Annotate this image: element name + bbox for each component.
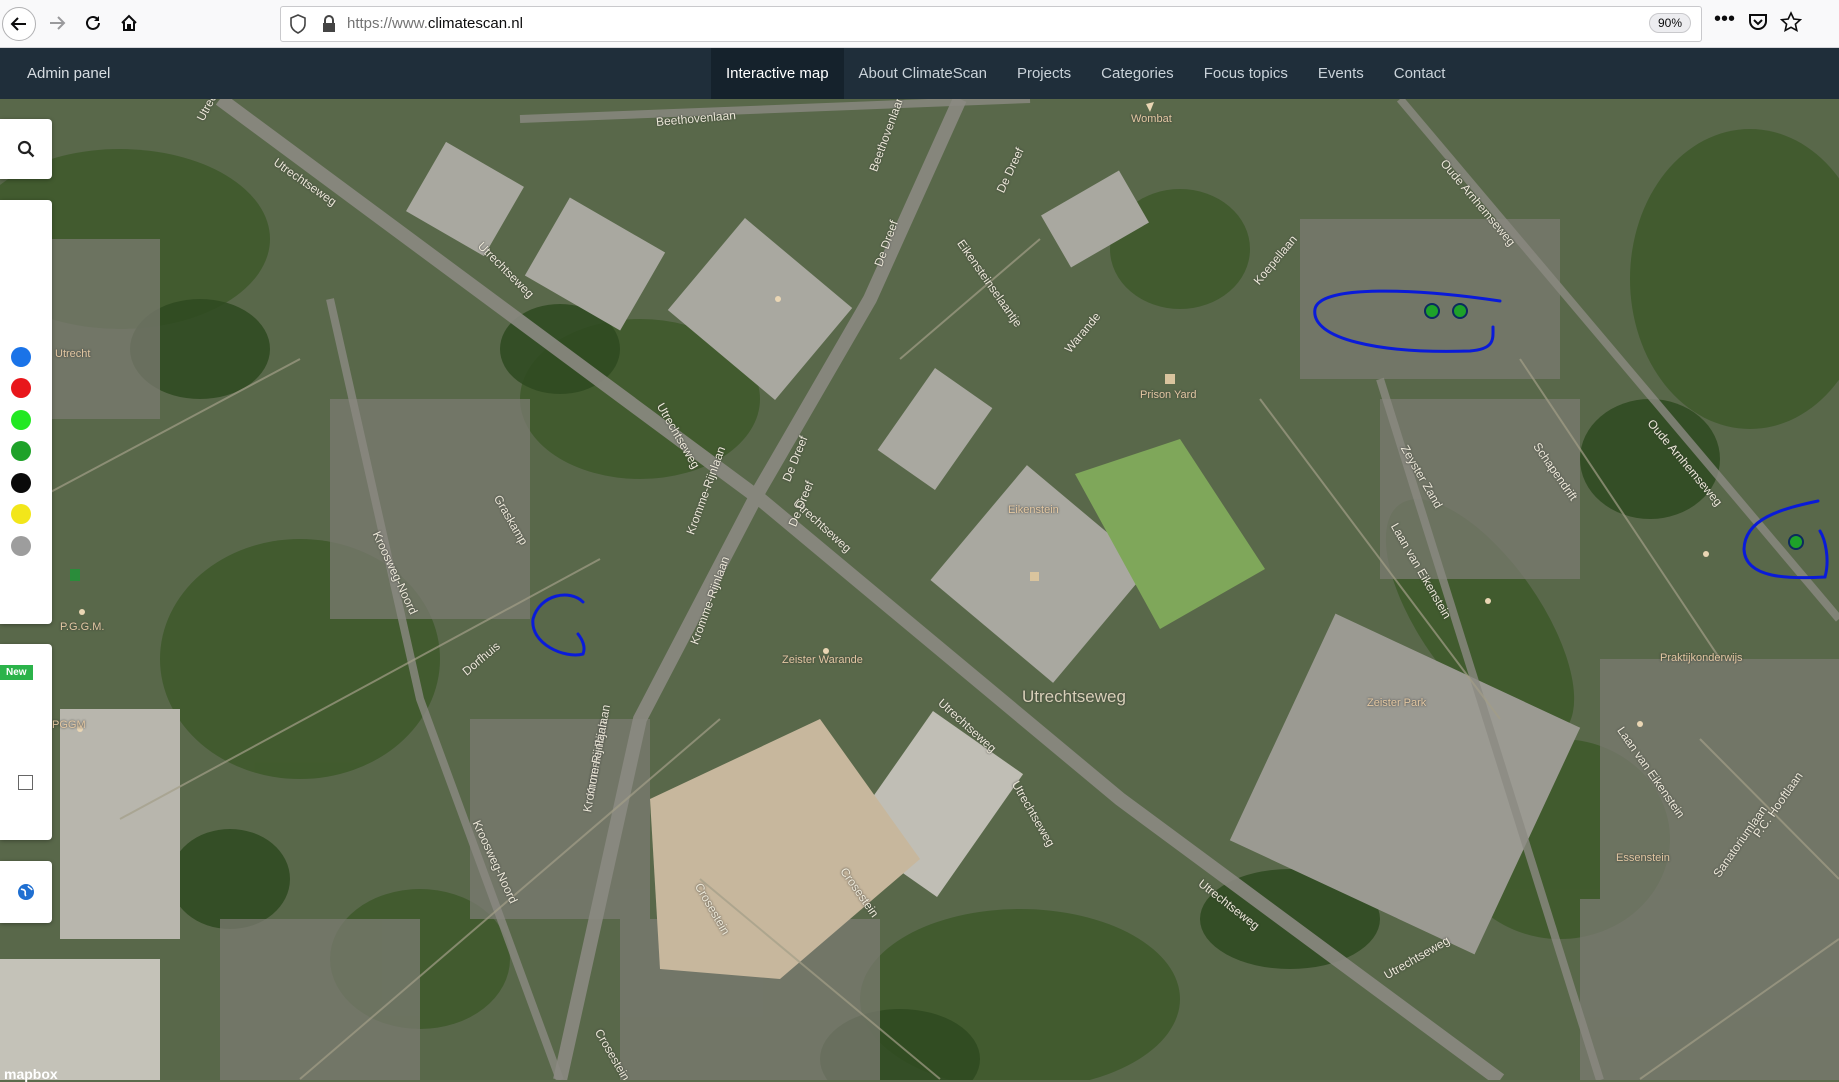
forward-button[interactable]	[40, 6, 74, 40]
legend-dot-grey[interactable]	[11, 536, 31, 556]
legend-dot-light-green[interactable]	[11, 410, 31, 430]
lock-icon[interactable]	[321, 15, 337, 33]
address-bar[interactable]: https://www.climatescan.nl 90%	[280, 6, 1702, 42]
basemap-toggle-button[interactable]	[0, 861, 52, 923]
bookmark-star-icon[interactable]	[1780, 11, 1802, 33]
poi-label: Praktijkonderwijs	[1660, 652, 1743, 664]
category-legend-panel	[0, 200, 52, 624]
reload-button[interactable]	[76, 6, 110, 40]
back-button[interactable]	[2, 7, 36, 41]
new-badge: New	[0, 665, 33, 680]
nav-contact[interactable]: Contact	[1379, 48, 1461, 99]
nav-focus-topics[interactable]: Focus topics	[1189, 48, 1303, 99]
url-prefix: https://www.	[347, 15, 428, 32]
filter-checkbox[interactable]	[18, 775, 33, 790]
search-button[interactable]	[0, 119, 52, 179]
site-header: Admin panel Interactive map About Climat…	[0, 48, 1839, 99]
legend-dot-blue[interactable]	[11, 347, 31, 367]
poi-label: Essenstein	[1616, 852, 1670, 864]
globe-icon	[18, 884, 34, 900]
more-actions-icon[interactable]: •••	[1714, 8, 1735, 31]
poi-label: Prison Yard	[1140, 389, 1197, 401]
url-text[interactable]: https://www.climatescan.nl	[347, 15, 523, 32]
legend-dot-red[interactable]	[11, 378, 31, 398]
browser-toolbar: https://www.climatescan.nl 90% •••	[0, 0, 1839, 48]
admin-panel-link[interactable]: Admin panel	[27, 65, 110, 82]
poi-label: Wombat	[1131, 113, 1172, 125]
legend-dot-black[interactable]	[11, 473, 31, 493]
pocket-icon[interactable]	[1748, 12, 1768, 32]
poi-label: Zeister Warande	[782, 654, 863, 666]
search-icon	[17, 140, 35, 158]
poi-label: Utrecht	[55, 348, 91, 360]
reload-icon	[86, 15, 100, 30]
home-icon	[121, 14, 137, 31]
filter-panel: New	[0, 644, 52, 840]
legend-dot-yellow[interactable]	[11, 504, 31, 524]
poi-label: PGGM	[52, 719, 86, 731]
legend-dot-green[interactable]	[11, 441, 31, 461]
nav-categories[interactable]: Categories	[1086, 48, 1189, 99]
street-label: Utrechtseweg	[1022, 687, 1126, 706]
poi-label: P.G.G.M.	[60, 621, 105, 633]
poi-label: Eikenstein	[1008, 504, 1059, 516]
url-domain: climatescan.nl	[427, 15, 523, 32]
shield-icon[interactable]	[289, 14, 307, 34]
home-button[interactable]	[112, 6, 146, 40]
interactive-map[interactable]: Utrechtseweg Beethovenlaan Beethovenlaan…	[0, 99, 1839, 1080]
arrow-right-icon	[50, 16, 66, 30]
poi-label: Zeister Park	[1367, 697, 1427, 709]
main-nav: Interactive map About ClimateScan Projec…	[711, 48, 1460, 99]
zoom-level-badge[interactable]: 90%	[1648, 13, 1691, 33]
arrow-left-icon	[10, 17, 26, 31]
nav-events[interactable]: Events	[1303, 48, 1379, 99]
nav-projects[interactable]: Projects	[1002, 48, 1086, 99]
satellite-imagery	[0, 99, 1839, 1080]
nav-about[interactable]: About ClimateScan	[844, 48, 1002, 99]
nav-interactive-map[interactable]: Interactive map	[711, 48, 844, 99]
